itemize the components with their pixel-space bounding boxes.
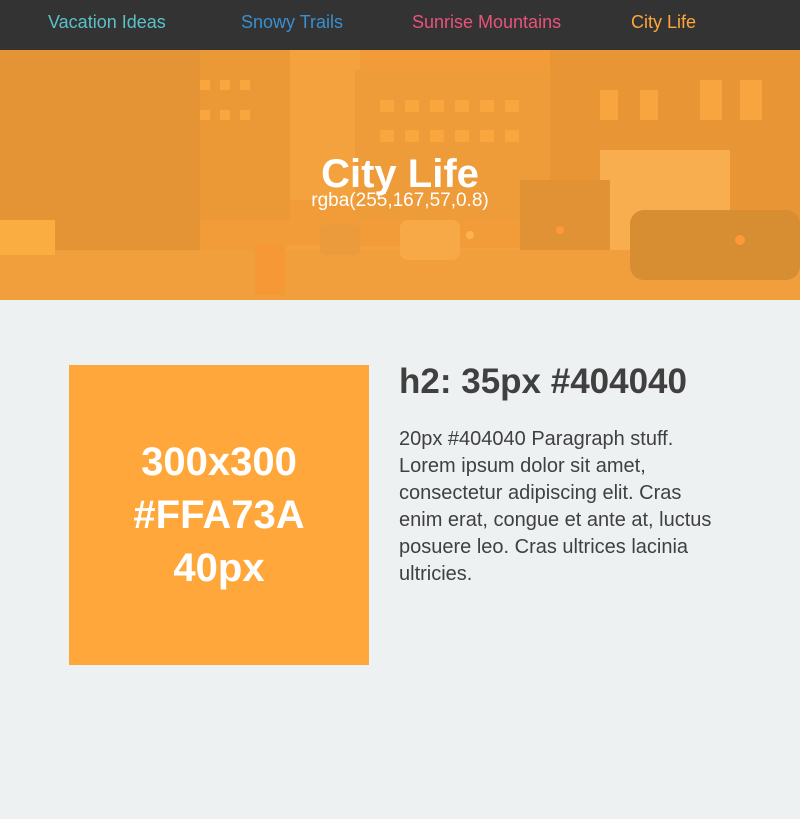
nav-link-city-life[interactable]: City Life [631,12,696,33]
feature-box-line: 300x300 [141,439,297,484]
content-paragraph: 20px #404040 Paragraph stuff. Lorem ipsu… [399,428,712,585]
feature-box-line: 40px [173,545,265,590]
top-nav: Vacation Ideas Snowy Trails Sunrise Moun… [0,0,800,50]
hero-subtitle: rgba(255,167,57,0.8) [311,190,489,211]
nav-link-snowy-trails[interactable]: Snowy Trails [241,12,343,33]
content-heading: h2: 35px #404040 [399,362,687,401]
hero-banner: City Life rgba(255,167,57,0.8) [0,50,800,300]
nav-link-sunrise-mountains[interactable]: Sunrise Mountains [412,12,561,33]
feature-box-text: 300x300 #FFA73A 40px [133,436,304,595]
feature-box-line: #FFA73A [133,492,305,537]
nav-link-vacation-ideas[interactable]: Vacation Ideas [48,12,166,33]
feature-box: 300x300 #FFA73A 40px [69,365,369,665]
